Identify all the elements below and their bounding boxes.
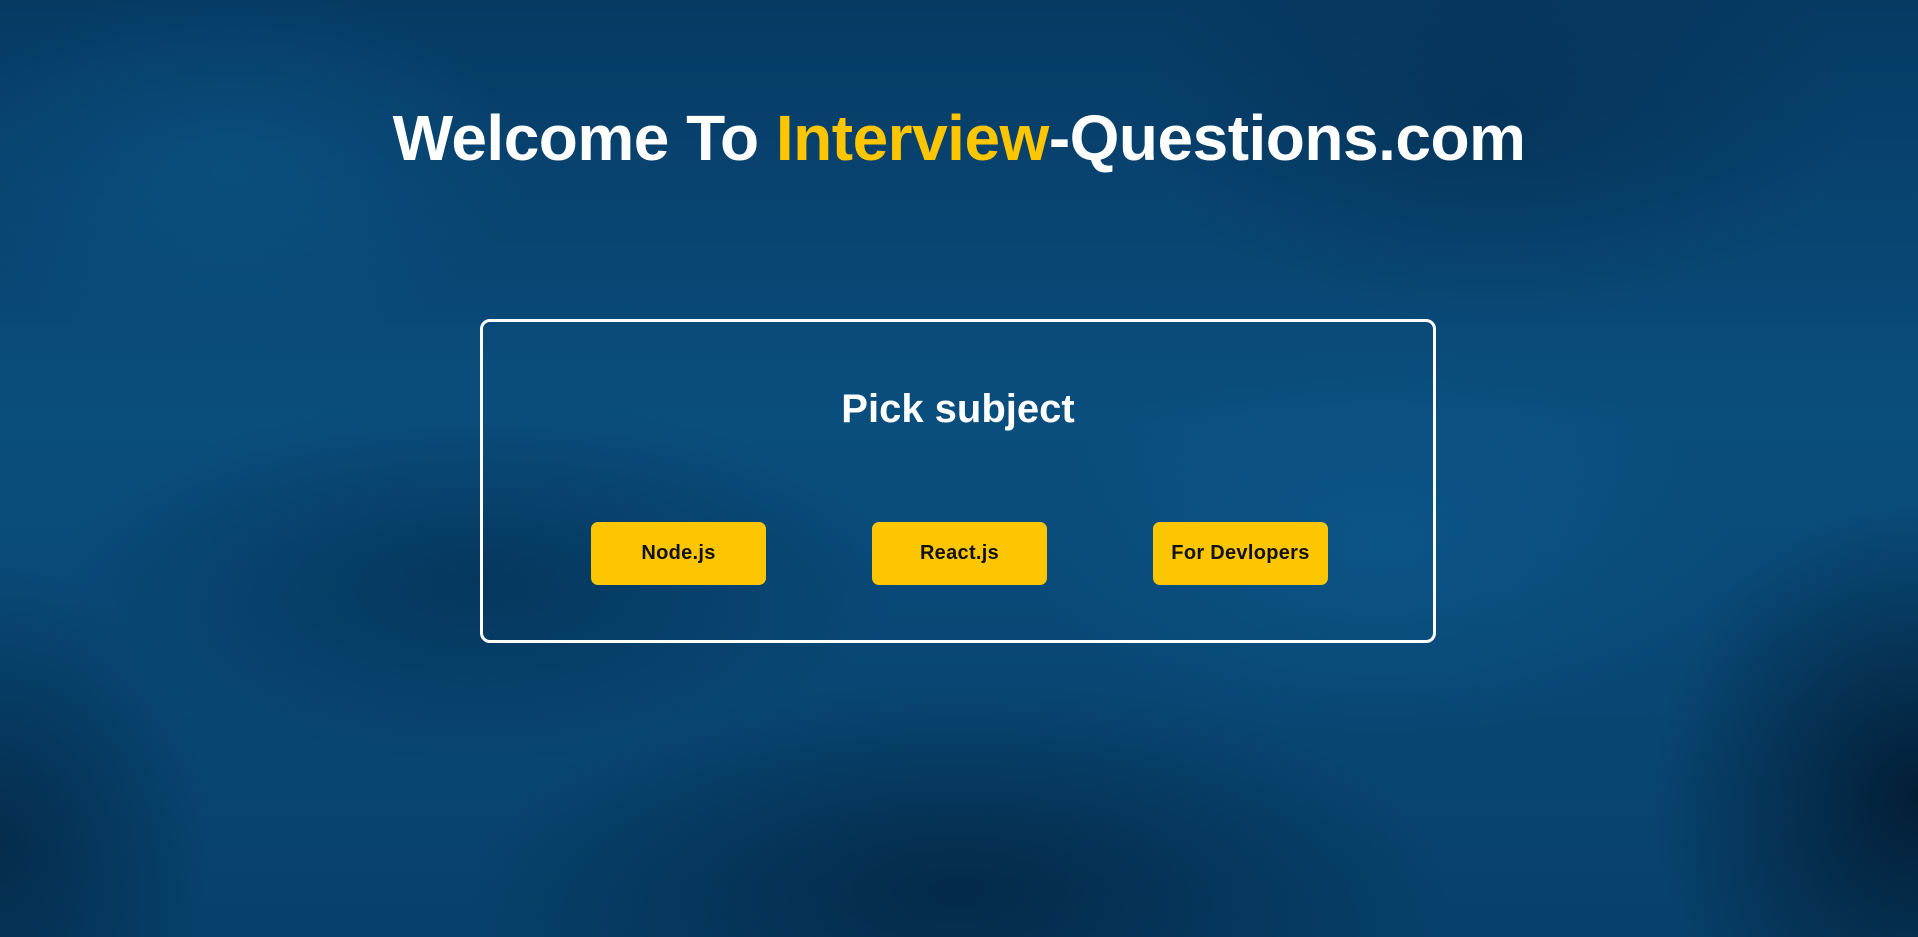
page: { "header": { "title_prefix": "Welcome T… [0, 0, 1918, 937]
title-suffix: -Questions.com [1048, 102, 1526, 174]
panel-heading: Pick subject [841, 387, 1075, 431]
title-highlight: Interview [775, 102, 1049, 174]
page-title: Welcome To Interview-Questions.com [0, 98, 1918, 178]
reactjs-button[interactable]: React.js [872, 522, 1047, 585]
subject-panel: Pick subject Node.js React.js For Devlop… [480, 319, 1436, 643]
title-prefix: Welcome To [392, 102, 776, 174]
nodejs-button[interactable]: Node.js [591, 522, 766, 585]
for-developers-button[interactable]: For Devlopers [1153, 522, 1328, 585]
